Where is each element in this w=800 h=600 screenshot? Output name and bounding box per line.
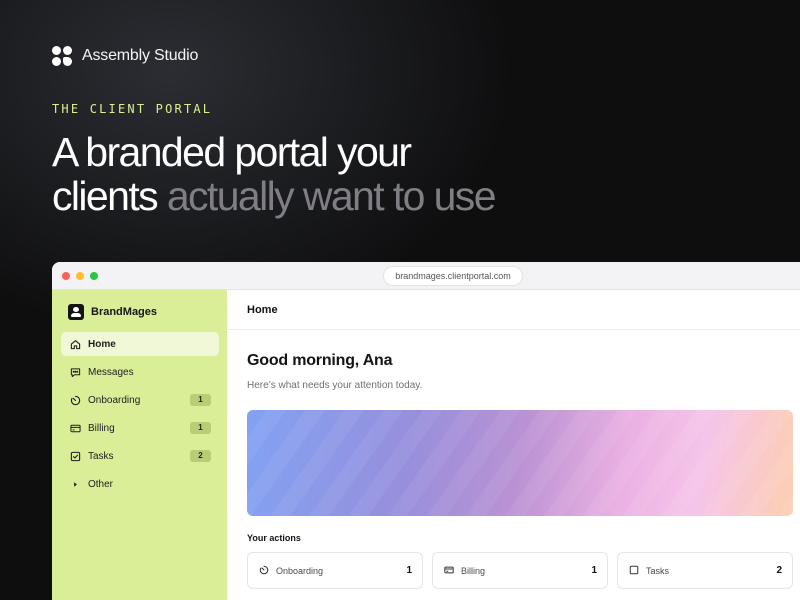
browser-window: brandmages.clientportal.com BrandMages H…	[52, 262, 800, 600]
portal-main: Home Good morning, Ana Here’s what needs…	[227, 290, 800, 600]
checkbox-icon	[69, 450, 81, 462]
brand-header: Assembly Studio	[52, 45, 198, 67]
home-icon	[69, 338, 81, 350]
sidebar-item-label: Tasks	[88, 450, 114, 462]
browser-titlebar: brandmages.clientportal.com	[52, 262, 800, 290]
maximize-window-dot[interactable]	[90, 272, 98, 280]
caret-right-icon	[69, 478, 81, 490]
brand-name: Assembly Studio	[82, 47, 199, 64]
action-card-count: 2	[776, 565, 782, 576]
action-card-count: 1	[406, 565, 412, 576]
sidebar-item-other[interactable]: Other	[61, 472, 219, 496]
action-card-count: 1	[591, 565, 597, 576]
sidebar-item-onboarding[interactable]: Onboarding 1	[61, 388, 219, 412]
eyebrow-label: THE CLIENT PORTAL	[52, 102, 213, 116]
sidebar-item-label: Onboarding	[88, 394, 141, 406]
headline-line1: A branded portal your	[52, 129, 412, 175]
action-card-tasks[interactable]: Tasks 2	[617, 552, 793, 589]
sidebar-item-label: Messages	[88, 366, 134, 378]
minimize-window-dot[interactable]	[76, 272, 84, 280]
sidebar-item-tasks[interactable]: Tasks 2	[61, 444, 219, 468]
portal-brand-name: BrandMages	[91, 306, 158, 318]
page-title: Home	[227, 290, 800, 330]
actions-section-title: Your actions	[247, 533, 301, 543]
hero-banner	[247, 410, 793, 516]
timer-icon	[259, 565, 269, 577]
action-card-label: Onboarding	[276, 565, 324, 576]
four-dots-logo-icon	[52, 46, 72, 66]
sidebar-item-home[interactable]: Home	[61, 332, 219, 356]
sidebar-item-label: Home	[88, 338, 116, 350]
action-card-label: Tasks	[646, 565, 670, 576]
sidebar-item-label: Other	[88, 478, 114, 490]
card-icon	[444, 565, 454, 577]
count-badge: 1	[190, 394, 211, 406]
greeting-heading: Good morning, Ana	[247, 352, 393, 369]
greeting-subtext: Here’s what needs your attention today.	[247, 380, 423, 391]
sidebar-item-billing[interactable]: Billing 1	[61, 416, 219, 440]
headline: A branded portal your clients actually w…	[52, 130, 612, 218]
portal-sidebar: BrandMages Home Messages Onboarding 1 Bi…	[52, 290, 227, 600]
count-badge: 1	[190, 422, 211, 434]
message-icon	[69, 366, 81, 378]
sidebar-nav: Home Messages Onboarding 1 Billing 1 Tas…	[61, 332, 219, 500]
portal-brand[interactable]: BrandMages	[68, 304, 157, 320]
headline-muted: actually want to use	[166, 173, 497, 219]
close-window-dot[interactable]	[62, 272, 70, 280]
count-badge: 2	[190, 450, 211, 462]
headline-strong: clients	[52, 173, 159, 219]
url-bar[interactable]: brandmages.clientportal.com	[383, 266, 523, 286]
action-card-label: Billing	[461, 565, 486, 576]
checkbox-icon	[629, 565, 639, 577]
action-card-billing[interactable]: Billing 1	[432, 552, 608, 589]
sidebar-item-messages[interactable]: Messages	[61, 360, 219, 384]
sidebar-item-label: Billing	[88, 422, 115, 434]
portal-brand-icon	[68, 304, 84, 320]
timer-icon	[69, 394, 81, 406]
card-icon	[69, 422, 81, 434]
actions-list: Onboarding 1 Billing 1 Tasks 2	[247, 552, 793, 589]
action-card-onboarding[interactable]: Onboarding 1	[247, 552, 423, 589]
